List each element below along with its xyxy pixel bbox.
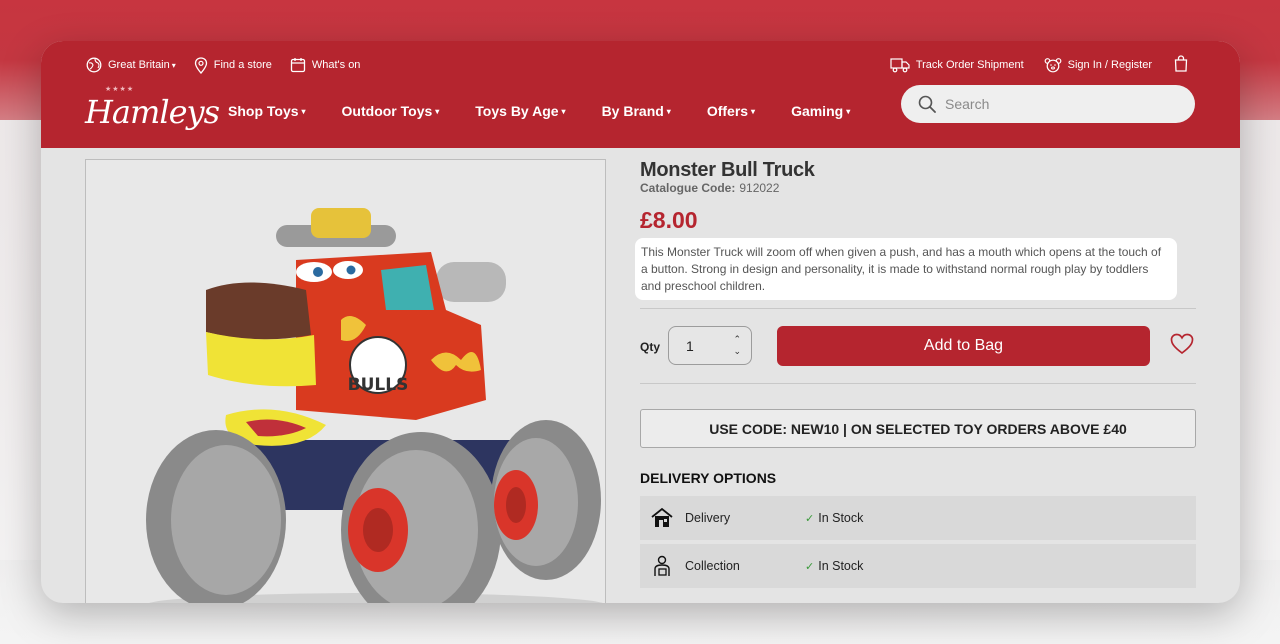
stock-status: ✓ In Stock xyxy=(805,511,863,525)
nav-item-shop-toys[interactable]: Shop Toys ▾ xyxy=(228,103,306,119)
qty-value: 1 xyxy=(686,337,694,354)
heart-icon xyxy=(1170,333,1194,355)
stock-status-text: In Stock xyxy=(818,511,864,525)
logo-wordmark: Hamleys xyxy=(85,93,220,131)
chevron-down-icon: ▾ xyxy=(846,106,851,116)
monster-truck-image: BULLS xyxy=(146,208,603,603)
nav-item-label: Offers xyxy=(706,103,749,119)
nav-item-offers[interactable]: Offers ▾ xyxy=(707,103,755,119)
teddy-bear-icon xyxy=(1044,58,1062,73)
nav-item-toys-by-age[interactable]: Toys By Age ▾ xyxy=(475,103,565,119)
bulls-logo-text: BULLS xyxy=(348,375,409,395)
stock-status-text: In Stock xyxy=(818,559,864,573)
nav-item-label: Gaming xyxy=(791,103,844,119)
wishlist-button[interactable] xyxy=(1170,333,1194,360)
delivery-options-title: DELIVERY OPTIONS xyxy=(640,470,777,486)
sign-in-link[interactable]: Sign In / Register xyxy=(1044,57,1152,73)
quantity-stepper[interactable]: 1 ⌃ ⌄ xyxy=(668,326,752,365)
chevron-up-icon[interactable]: ⌃ xyxy=(733,333,741,345)
search-bar[interactable] xyxy=(901,85,1195,123)
collection-option-label: Collection xyxy=(685,559,740,573)
site-header: Great Britain ▾ Find a store What's on Tr… xyxy=(41,41,1240,148)
product-price: £8.00 xyxy=(640,207,698,233)
hamleys-logo[interactable]: ★★★★ Hamleys xyxy=(85,85,220,141)
chevron-down-icon: ▾ xyxy=(301,106,306,116)
house-delivery-icon xyxy=(650,506,674,530)
catalogue-value: 912022 xyxy=(739,181,780,195)
chevron-down-icon: ▾ xyxy=(561,106,566,116)
search-input[interactable] xyxy=(945,96,1165,112)
nav-item-outdoor-toys[interactable]: Outdoor Toys ▾ xyxy=(342,103,440,119)
chevron-down-icon[interactable]: ⌄ xyxy=(733,345,741,357)
add-to-bag-button[interactable]: Add to Bag xyxy=(777,326,1150,366)
chevron-down-icon: ▾ xyxy=(666,106,671,116)
qty-label: Qty xyxy=(640,340,661,354)
track-order-label: Track Order Shipment xyxy=(915,59,1024,71)
product-description: This Monster Truck will zoom off when gi… xyxy=(635,238,1177,300)
find-store-label: Find a store xyxy=(213,59,272,71)
nav-item-gaming[interactable]: Gaming ▾ xyxy=(791,103,850,119)
divider xyxy=(640,308,1196,309)
chevron-down-icon: ▾ xyxy=(751,106,756,116)
whats-on-link[interactable]: What's on xyxy=(290,57,361,73)
person-collection-icon xyxy=(650,554,674,578)
logo-stars: ★★★★ xyxy=(105,85,135,93)
nav-item-label: Toys By Age xyxy=(475,103,559,119)
qty-arrows: ⌃ ⌄ xyxy=(733,333,741,357)
promo-banner: USE CODE: NEW10 | ON SELECTED TOY ORDERS… xyxy=(640,409,1196,448)
nav-item-label: By Brand xyxy=(601,103,664,119)
shopping-bag-button[interactable] xyxy=(1174,55,1188,77)
nav-item-by-brand[interactable]: By Brand ▾ xyxy=(602,103,671,119)
sign-in-label: Sign In / Register xyxy=(1067,59,1152,71)
region-label: Great Britain xyxy=(108,59,170,71)
globe-icon xyxy=(86,57,102,73)
shopping-bag-icon xyxy=(1174,55,1188,72)
nav-item-label: Shop Toys xyxy=(228,103,299,119)
chevron-down-icon: ▾ xyxy=(171,60,176,70)
product-image[interactable]: BULLS xyxy=(85,159,606,603)
nav-item-label: Outdoor Toys xyxy=(341,103,433,119)
check-icon: ✓ xyxy=(805,560,815,573)
chevron-down-icon: ▾ xyxy=(435,106,440,116)
stock-status: ✓ In Stock xyxy=(805,559,863,573)
find-store-link[interactable]: Find a store xyxy=(194,56,272,74)
delivery-truck-icon xyxy=(890,58,910,73)
location-pin-icon xyxy=(194,56,207,74)
check-icon: ✓ xyxy=(805,512,815,525)
utility-bar-left: Great Britain ▾ Find a store What's on xyxy=(86,55,378,75)
catalogue-label: Catalogue Code: xyxy=(640,181,736,195)
product-title: Monster Bull Truck xyxy=(640,159,815,181)
whats-on-label: What's on xyxy=(311,59,361,71)
region-selector[interactable]: Great Britain ▾ xyxy=(86,57,176,73)
delivery-option-label: Delivery xyxy=(685,511,731,525)
main-nav: Shop Toys ▾ Outdoor Toys ▾ Toys By Age ▾ By… xyxy=(228,103,886,119)
divider xyxy=(640,383,1196,384)
collection-option-row: Collection ✓ In Stock xyxy=(640,544,1196,588)
catalogue-code: Catalogue Code: 912022 xyxy=(640,181,779,195)
browser-window: Great Britain ▾ Find a store What's on Tr… xyxy=(41,41,1240,603)
utility-bar-right: Track Order Shipment Sign In / Register xyxy=(870,55,1152,75)
delivery-option-row: Delivery ✓ In Stock xyxy=(640,496,1196,540)
calendar-icon xyxy=(290,58,306,73)
search-icon xyxy=(918,95,936,113)
track-order-link[interactable]: Track Order Shipment xyxy=(890,57,1024,73)
